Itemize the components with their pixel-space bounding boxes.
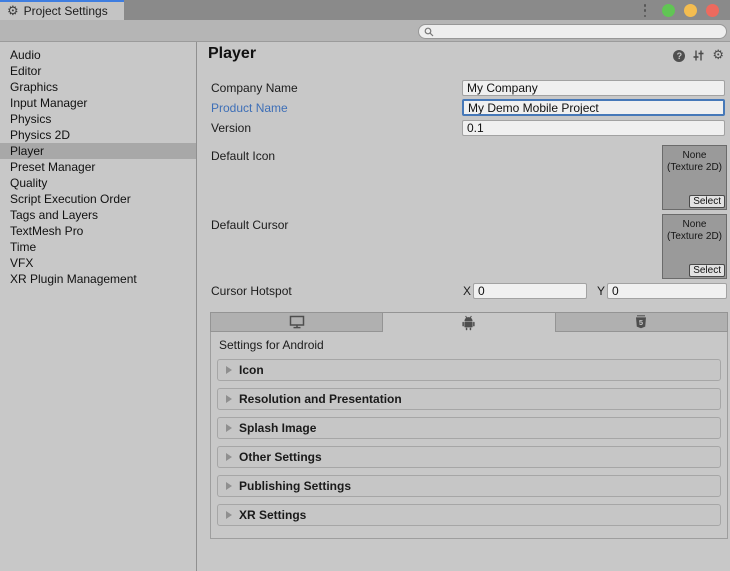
default-cursor-label: Default Cursor xyxy=(211,217,288,233)
sidebar-item-graphics[interactable]: Graphics xyxy=(0,79,196,95)
foldout-arrow-icon xyxy=(226,366,232,374)
gear-icon[interactable]: ⚙ xyxy=(712,49,724,62)
sidebar-item-textmesh-pro[interactable]: TextMesh Pro xyxy=(0,223,196,239)
section-splash-image[interactable]: Splash Image xyxy=(217,417,721,439)
sidebar-item-input-manager[interactable]: Input Manager xyxy=(0,95,196,111)
page-title: Player xyxy=(208,45,256,63)
section-xr-settings[interactable]: XR Settings xyxy=(217,504,721,526)
section-label: Resolution and Presentation xyxy=(239,392,402,406)
sidebar-item-quality[interactable]: Quality xyxy=(0,175,196,191)
player-settings-panel: Player ? ⚙ Company Name Product Name Ver… xyxy=(197,42,730,571)
content: Audio Editor Graphics Input Manager Phys… xyxy=(0,42,730,571)
platform-settings-group: Settings for Android Icon Resolution and… xyxy=(210,332,728,539)
sidebar-item-vfx[interactable]: VFX xyxy=(0,255,196,271)
cursor-hotspot-label: Cursor Hotspot xyxy=(211,283,292,299)
search-icon xyxy=(424,27,434,37)
texture-type-text: (Texture 2D) xyxy=(663,231,726,243)
default-icon-texture-slot[interactable]: None (Texture 2D) Select xyxy=(662,145,727,210)
version-field[interactable] xyxy=(462,120,725,136)
help-icon[interactable]: ? xyxy=(673,50,685,62)
section-label: Icon xyxy=(239,363,264,377)
settings-sidebar: Audio Editor Graphics Input Manager Phys… xyxy=(0,42,197,571)
foldout-arrow-icon xyxy=(226,511,232,519)
search-input[interactable] xyxy=(437,26,726,38)
project-settings-window: ⚙ Project Settings Audio Editor Graphics… xyxy=(0,0,730,571)
platform-tab-bar: 5 xyxy=(210,312,728,332)
monitor-icon xyxy=(289,315,305,329)
platform-tab-standalone[interactable] xyxy=(211,313,383,332)
foldout-arrow-icon xyxy=(226,453,232,461)
foldout-arrow-icon xyxy=(226,424,232,432)
settings-for-label: Settings for Android xyxy=(219,338,727,352)
toolbar xyxy=(0,20,730,42)
svg-text:5: 5 xyxy=(639,318,643,327)
texture-type-text: (Texture 2D) xyxy=(663,162,726,174)
default-icon-label: Default Icon xyxy=(211,148,275,164)
tab-project-settings[interactable]: ⚙ Project Settings xyxy=(0,0,124,20)
sidebar-item-editor[interactable]: Editor xyxy=(0,63,196,79)
hotspot-x-label: X xyxy=(463,283,471,299)
hotspot-y-field[interactable] xyxy=(607,283,727,299)
kebab-menu-icon[interactable] xyxy=(641,4,649,17)
sidebar-item-physics-2d[interactable]: Physics 2D xyxy=(0,127,196,143)
hotspot-x-field[interactable] xyxy=(473,283,587,299)
android-icon xyxy=(461,315,476,331)
foldout-arrow-icon xyxy=(226,482,232,490)
texture-none-text: None xyxy=(663,219,726,231)
default-cursor-texture-slot[interactable]: None (Texture 2D) Select xyxy=(662,214,727,279)
section-label: XR Settings xyxy=(239,508,306,522)
sidebar-item-audio[interactable]: Audio xyxy=(0,47,196,63)
search-box[interactable] xyxy=(418,24,727,39)
foldout-arrow-icon xyxy=(226,395,232,403)
platform-tab-android[interactable] xyxy=(383,313,555,332)
window-control-yellow[interactable] xyxy=(684,4,697,17)
company-name-field[interactable] xyxy=(462,80,725,96)
section-other-settings[interactable]: Other Settings xyxy=(217,446,721,468)
texture-none-text: None xyxy=(663,150,726,162)
sidebar-item-physics[interactable]: Physics xyxy=(0,111,196,127)
section-label: Other Settings xyxy=(239,450,322,464)
tab-title: Project Settings xyxy=(24,4,108,18)
hotspot-y-label: Y xyxy=(597,283,605,299)
section-label: Splash Image xyxy=(239,421,316,435)
sidebar-item-time[interactable]: Time xyxy=(0,239,196,255)
default-icon-select-button[interactable]: Select xyxy=(689,195,725,208)
default-cursor-select-button[interactable]: Select xyxy=(689,264,725,277)
section-icon[interactable]: Icon xyxy=(217,359,721,381)
sidebar-item-xr-plugin-management[interactable]: XR Plugin Management xyxy=(0,271,196,287)
company-name-label: Company Name xyxy=(211,80,298,96)
sidebar-item-preset-manager[interactable]: Preset Manager xyxy=(0,159,196,175)
sidebar-item-script-execution-order[interactable]: Script Execution Order xyxy=(0,191,196,207)
version-label: Version xyxy=(211,120,251,136)
window-control-red[interactable] xyxy=(706,4,719,17)
product-name-label: Product Name xyxy=(211,100,288,116)
html5-icon: 5 xyxy=(635,315,647,330)
presets-icon[interactable] xyxy=(692,49,705,62)
product-name-field[interactable] xyxy=(462,99,725,116)
platform-tab-webgl[interactable]: 5 xyxy=(556,313,727,332)
section-publishing-settings[interactable]: Publishing Settings xyxy=(217,475,721,497)
window-tab-strip: ⚙ Project Settings xyxy=(0,0,730,20)
sidebar-item-tags-and-layers[interactable]: Tags and Layers xyxy=(0,207,196,223)
sidebar-item-player[interactable]: Player xyxy=(0,143,196,159)
section-resolution-and-presentation[interactable]: Resolution and Presentation xyxy=(217,388,721,410)
section-label: Publishing Settings xyxy=(239,479,351,493)
window-control-green[interactable] xyxy=(662,4,675,17)
gear-icon: ⚙ xyxy=(7,5,19,18)
